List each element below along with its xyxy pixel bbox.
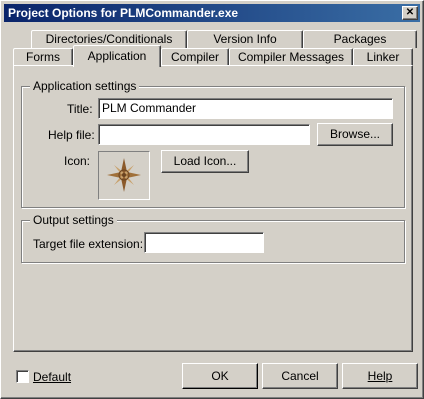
icon-preview <box>98 151 150 200</box>
cancel-button[interactable]: Cancel <box>262 363 338 389</box>
output-settings-label: Output settings <box>30 213 117 227</box>
title-bar[interactable]: Project Options for PLMCommander.exe ✕ <box>4 4 420 22</box>
help-file-label: Help file: <box>48 128 95 142</box>
title-field[interactable]: PLM Commander <box>98 98 393 119</box>
tab-linker[interactable]: Linker <box>353 48 413 66</box>
tab-compiler[interactable]: Compiler <box>161 48 229 66</box>
title-label: Title: <box>67 102 93 116</box>
window-title: Project Options for PLMCommander.exe <box>8 6 239 20</box>
output-settings-group: Output settings Target file extension: <box>21 213 405 263</box>
project-options-dialog: Project Options for PLMCommander.exe ✕ D… <box>0 0 424 399</box>
target-file-extension-field[interactable] <box>144 232 264 253</box>
compass-rose-icon <box>107 158 141 192</box>
tab-packages[interactable]: Packages <box>303 30 417 48</box>
target-file-extension-label: Target file extension: <box>33 237 144 251</box>
tab-compiler-messages[interactable]: Compiler Messages <box>229 48 353 66</box>
ok-button[interactable]: OK <box>182 363 258 389</box>
application-settings-group: Application settings Title: PLM Commande… <box>21 79 405 208</box>
tab-version-info[interactable]: Version Info <box>187 30 303 48</box>
application-tab-panel: Application settings Title: PLM Commande… <box>13 65 413 352</box>
tab-application[interactable]: Application <box>73 45 161 67</box>
icon-label: Icon: <box>64 154 91 168</box>
browse-button[interactable]: Browse... <box>317 123 393 146</box>
default-label[interactable]: Default <box>33 370 71 384</box>
close-icon: ✕ <box>405 7 415 18</box>
help-button[interactable]: Help <box>342 363 418 389</box>
default-checkbox[interactable] <box>16 370 29 383</box>
load-icon-button[interactable]: Load Icon... <box>161 150 249 173</box>
help-file-field[interactable] <box>98 124 310 145</box>
close-button[interactable]: ✕ <box>402 6 418 20</box>
tab-forms[interactable]: Forms <box>13 48 73 66</box>
application-settings-label: Application settings <box>30 79 140 93</box>
